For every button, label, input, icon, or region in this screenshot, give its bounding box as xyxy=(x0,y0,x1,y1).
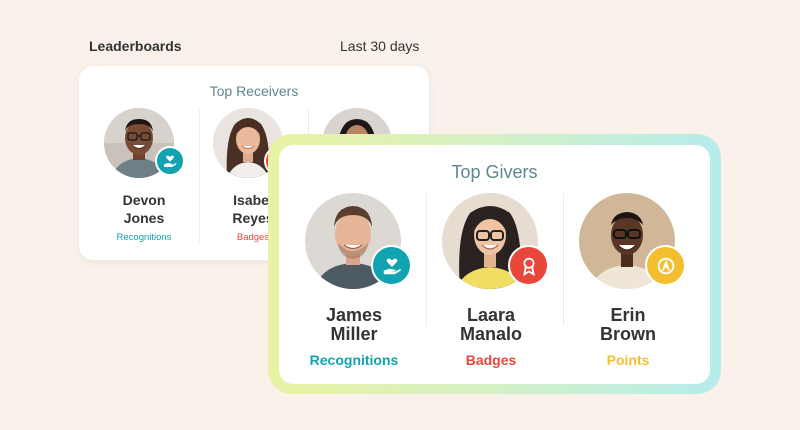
giver-name: Laara Manalo xyxy=(459,305,522,344)
heart-hand-icon xyxy=(155,146,185,176)
top-receivers-title: Top Receivers xyxy=(209,83,299,99)
top-givers-card: Top Givers James Miller Recognitions Laa… xyxy=(279,145,710,384)
giver-metric: Points xyxy=(606,352,650,368)
award-icon xyxy=(508,245,549,286)
heart-hand-icon xyxy=(371,245,412,286)
points-coin-icon xyxy=(645,245,686,286)
leaderboards-title: Leaderboards xyxy=(89,38,182,54)
giver-name: James Miller xyxy=(325,305,383,344)
giver-name: Erin Brown xyxy=(600,305,656,344)
giver-metric: Recognitions xyxy=(309,352,399,368)
top-givers-title: Top Givers xyxy=(451,162,538,182)
giver-metric: Badges xyxy=(465,352,517,368)
date-range-filter[interactable]: Last 30 days xyxy=(340,38,419,54)
